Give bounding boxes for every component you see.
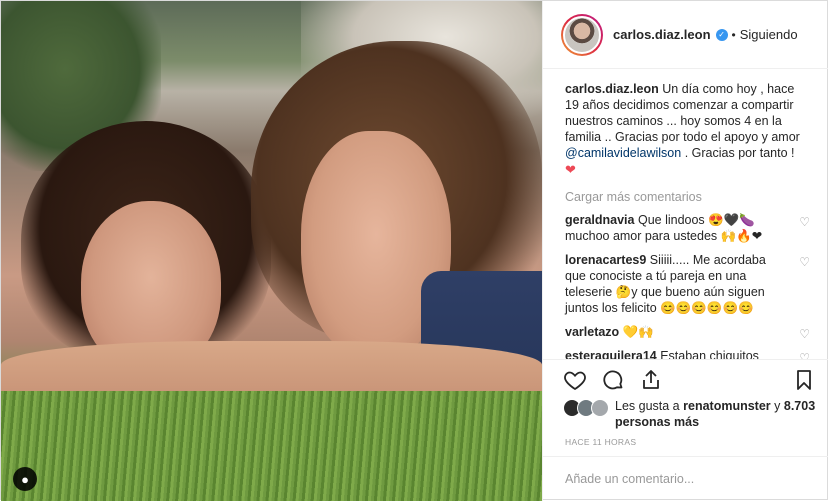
tagged-users-button[interactable]: ● [13, 467, 37, 491]
comment-text: 💛🙌 [622, 325, 654, 339]
comment-bubble-icon[interactable] [601, 368, 625, 392]
story-ring[interactable] [561, 13, 603, 56]
comment-username[interactable]: geraldnavia [565, 213, 634, 227]
likes-conj: y [774, 399, 781, 413]
caption-heart-emoji: ❤ [565, 162, 576, 177]
comment-like-heart-icon[interactable]: ♡ [799, 214, 810, 230]
verified-badge-icon: ✓ [715, 28, 728, 41]
user-tag-icon: ● [21, 471, 29, 487]
liker-avatar [591, 399, 609, 417]
post-caption: carlos.diaz.leon Un día como hoy , hace … [565, 81, 810, 178]
post-actions-bar [543, 359, 828, 399]
caption-mention-link[interactable]: @camilavidelawilson [565, 146, 681, 160]
comment-like-heart-icon[interactable]: ♡ [799, 254, 810, 270]
bookmark-icon[interactable] [792, 368, 816, 392]
comment-username[interactable]: varletazo [565, 325, 619, 339]
likes-user-link[interactable]: renatomunster [683, 399, 771, 413]
comment-like-heart-icon[interactable]: ♡ [799, 350, 810, 359]
comment-item: varletazo 💛🙌 ♡ [565, 324, 810, 342]
comments-section: carlos.diaz.leon Un día como hoy , hace … [543, 69, 828, 359]
likes-prefix: Les gusta a [615, 399, 680, 413]
post-side-panel: carlos.diaz.leon ✓ • Siguiendo carlos.di… [542, 1, 828, 501]
comment-item: geraldnavia Que lindoos 😍🖤🍆 muchoo amor … [565, 212, 810, 244]
load-more-comments-button[interactable]: Cargar más comentarios [565, 190, 810, 204]
comment-like-heart-icon[interactable]: ♡ [799, 326, 810, 342]
post-photo[interactable]: ● [1, 1, 542, 501]
liker-avatars[interactable] [563, 399, 609, 419]
post-modal: ● carlos.diaz.leon ✓ • Siguiendo carlos.… [0, 0, 828, 501]
comment-item: lorenacartes9 Siiiii..... Me acordaba qu… [565, 252, 810, 316]
post-header: carlos.diaz.leon ✓ • Siguiendo [543, 1, 828, 69]
avatar[interactable] [563, 15, 601, 54]
separator-dot: • [731, 27, 736, 42]
comment-text: Estaban chiquitos [660, 349, 759, 359]
comment-item: esteraguilera14 Estaban chiquitos ♡ [565, 348, 810, 359]
likes-text: Les gusta a renatomunster y 8.703 person… [615, 398, 823, 430]
comment-input[interactable] [565, 472, 815, 486]
header-username[interactable]: carlos.diaz.leon [613, 27, 711, 42]
comment-username[interactable]: esteraguilera14 [565, 349, 657, 359]
like-heart-icon[interactable] [563, 368, 587, 392]
comment-username[interactable]: lorenacartes9 [565, 253, 646, 267]
likes-summary: Les gusta a renatomunster y 8.703 person… [563, 398, 823, 430]
share-icon[interactable] [639, 368, 663, 392]
following-button[interactable]: Siguiendo [740, 27, 798, 42]
add-comment-bar [543, 456, 828, 501]
post-timestamp[interactable]: HACE 11 HORAS [565, 437, 636, 447]
caption-username[interactable]: carlos.diaz.leon [565, 82, 659, 96]
grass [1, 391, 542, 501]
caption-text-end: . Gracias por tanto ! [684, 146, 795, 160]
